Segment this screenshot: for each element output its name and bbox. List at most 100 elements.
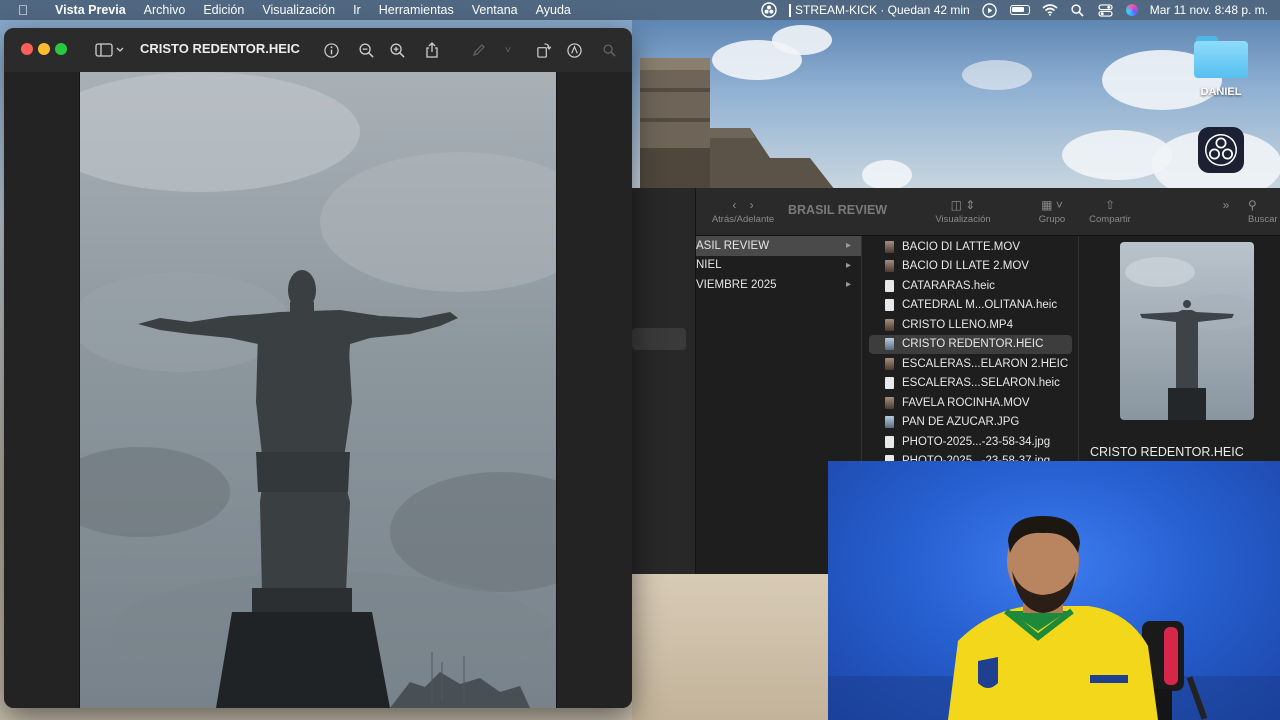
video-file-icon: [885, 357, 894, 370]
chevron-double-right-icon: »: [1222, 198, 1230, 212]
file-list-item[interactable]: PHOTO-2025...-23-58-34.jpg: [869, 432, 1072, 452]
image-file-icon: [885, 338, 894, 351]
video-file-icon: [885, 240, 894, 253]
spotlight-search-icon[interactable]: [1070, 3, 1086, 17]
apple-menu-icon[interactable]: : [0, 2, 46, 18]
preview-title: CRISTO REDENTOR.HEIC: [140, 41, 300, 56]
finder-sidebar[interactable]: [632, 188, 696, 574]
search-icon: ⚲: [1248, 198, 1257, 212]
file-list-item[interactable]: BACIO DI LATTE.MOV: [869, 237, 1072, 257]
document-file-icon: [885, 299, 894, 312]
obs-app-icon[interactable]: [1198, 127, 1244, 173]
search-label: Buscar: [1248, 214, 1278, 225]
menu-extras: STREAM-KICK · Quedan 42 min Mar 11 nov. …: [761, 2, 1280, 18]
file-list-item[interactable]: CATEDRAL M...OLITANA.heic: [869, 296, 1072, 316]
view-button[interactable]: ◫ ⇕ Visualización: [926, 198, 1000, 225]
menu-ayuda[interactable]: Ayuda: [527, 3, 580, 17]
control-center-icon[interactable]: [1098, 3, 1114, 17]
document-file-icon: [885, 435, 894, 448]
desktop-folder[interactable]: DANIEL: [1186, 36, 1256, 98]
file-list-item[interactable]: BACIO DI LLATE 2.MOV: [869, 257, 1072, 277]
file-name: PHOTO-2025...-23-58-34.jpg: [902, 435, 1051, 448]
wallpaper-pyramid: [640, 58, 835, 190]
file-list-item[interactable]: CRISTO REDENTOR.HEIC: [869, 334, 1072, 354]
info-icon[interactable]: [322, 40, 340, 60]
file-name: BACIO DI LATTE.MOV: [902, 240, 1020, 253]
file-name: FAVELA ROCINHA.MOV: [902, 396, 1030, 409]
desktop-folder-label: DANIEL: [1200, 86, 1242, 98]
group-button[interactable]: ▦ ˅ Grupo: [1032, 198, 1072, 225]
menu-edicion[interactable]: Edición: [194, 3, 253, 17]
video-file-icon: [885, 318, 894, 331]
stream-status[interactable]: STREAM-KICK · Quedan 42 min: [788, 3, 970, 17]
file-name: CRISTO LLENO.MP4: [902, 318, 1013, 331]
siri-icon[interactable]: [1125, 4, 1138, 16]
menu-visualizacion[interactable]: Visualización: [253, 3, 344, 17]
minimize-window-button[interactable]: [38, 43, 50, 55]
back-forward-label: Atrás/Adelante: [711, 214, 775, 225]
file-list-item[interactable]: ESCALERAS...ELARON 2.HEIC: [869, 354, 1072, 374]
preview-right-margin: [556, 72, 632, 708]
file-name: CATEDRAL M...OLITANA.heic: [902, 299, 1058, 312]
chevron-right-icon: ▸: [845, 259, 851, 271]
file-list-item[interactable]: PAN DE AZUCAR.JPG: [869, 413, 1072, 433]
file-list-item[interactable]: ESCALERAS...SELARON.heic: [869, 374, 1072, 394]
folder-icon: [1194, 36, 1248, 78]
stream-status-text: STREAM-KICK · Quedan 42 min: [794, 3, 970, 17]
file-name: BACIO DI LLATE 2.MOV: [902, 260, 1029, 273]
stream-status-bar-icon: [788, 3, 791, 17]
zoom-window-button[interactable]: [55, 43, 67, 55]
share-icon[interactable]: [423, 40, 441, 60]
file-list-item[interactable]: FAVELA ROCINHA.MOV: [869, 393, 1072, 413]
wifi-icon[interactable]: [1042, 3, 1058, 17]
file-name: CRISTO REDENTOR.HEIC: [902, 338, 1044, 351]
back-forward-button[interactable]: ‹ › Atrás/Adelante: [708, 198, 778, 225]
more-toolbar-button[interactable]: »: [1216, 198, 1236, 214]
search-icon: [600, 40, 618, 60]
sidebar-selected-item[interactable]: [632, 328, 686, 350]
file-preview-thumbnail: [1120, 242, 1254, 420]
preview-left-margin: [4, 72, 80, 708]
preview-toolbar: CRISTO REDENTOR.HEIC ˅: [4, 28, 632, 72]
column1-item[interactable]: NIEL ▸: [696, 256, 861, 276]
file-list-item[interactable]: CRISTO LLENO.MP4: [869, 315, 1072, 335]
image-file-icon: [885, 416, 894, 429]
menu-app-name[interactable]: Vista Previa: [46, 3, 135, 17]
wallpaper-ground: [632, 574, 828, 720]
preview-window: CRISTO REDENTOR.HEIC ˅: [4, 28, 632, 708]
search-button[interactable]: ⚲ Buscar: [1248, 198, 1280, 225]
sidebar-toggle-button[interactable]: [92, 40, 128, 60]
close-window-button[interactable]: [21, 43, 33, 55]
column1-item[interactable]: VIEMBRE 2025 ▸: [696, 275, 861, 295]
battery-icon[interactable]: [1009, 5, 1030, 15]
file-name: ESCALERAS...ELARON 2.HEIC: [902, 357, 1069, 370]
markup-chevron-down-icon: ˅: [505, 44, 511, 56]
share-button[interactable]: ⇧ Compartir: [1080, 198, 1140, 225]
zoom-in-icon[interactable]: [388, 40, 406, 60]
preview-file-name: CRISTO REDENTOR.HEIC: [1090, 445, 1244, 459]
menu-herramientas[interactable]: Herramientas: [370, 3, 463, 17]
document-file-icon: [885, 279, 894, 292]
group-icon: ▦ ˅: [1041, 198, 1063, 212]
menu-ventana[interactable]: Ventana: [463, 3, 527, 17]
file-list-item[interactable]: CATARARAS.heic: [869, 276, 1072, 296]
obs-status-icon[interactable]: [761, 2, 777, 18]
column1-item-label: ASIL REVIEW: [696, 239, 770, 252]
chevron-back-forward-icon: ‹ ›: [732, 198, 754, 212]
rotate-icon[interactable]: [534, 40, 552, 60]
zoom-out-icon[interactable]: [357, 40, 375, 60]
column1-item[interactable]: ASIL REVIEW ▸: [696, 236, 861, 256]
menu-datetime[interactable]: Mar 11 nov. 8:48 p. m.: [1150, 3, 1268, 17]
preview-image[interactable]: [80, 72, 556, 708]
document-file-icon: [885, 377, 894, 390]
column1-item-label: NIEL: [696, 259, 722, 272]
video-file-icon: [885, 396, 894, 409]
finder-toolbar: ‹ › Atrás/Adelante BRASIL REVIEW ◫ ⇕ Vis…: [696, 188, 1280, 236]
play-icon[interactable]: [982, 2, 998, 18]
share-icon: ⇧: [1104, 198, 1116, 212]
markup-icon[interactable]: [565, 40, 583, 60]
menu-ir[interactable]: Ir: [344, 3, 370, 17]
menu-archivo[interactable]: Archivo: [135, 3, 195, 17]
group-label: Grupo: [1038, 214, 1066, 225]
webcam-overlay: [828, 461, 1280, 720]
